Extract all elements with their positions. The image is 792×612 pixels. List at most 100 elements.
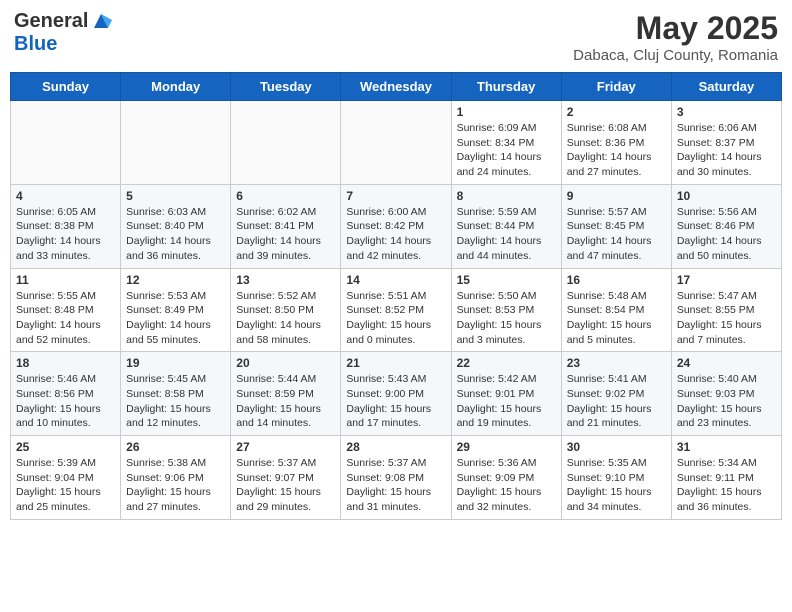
- day-header-saturday: Saturday: [671, 73, 781, 101]
- day-header-wednesday: Wednesday: [341, 73, 451, 101]
- calendar-cell: 18 Sunrise: 5:46 AMSunset: 8:56 PMDayligh…: [11, 352, 121, 436]
- calendar-cell: 16 Sunrise: 5:48 AMSunset: 8:54 PMDayligh…: [561, 268, 671, 352]
- day-header-monday: Monday: [121, 73, 231, 101]
- day-info: Sunrise: 5:44 AMSunset: 8:59 PMDaylight:…: [236, 372, 335, 431]
- day-number: 26: [126, 440, 225, 454]
- day-info: Sunrise: 5:41 AMSunset: 9:02 PMDaylight:…: [567, 372, 666, 431]
- day-number: 13: [236, 273, 335, 287]
- day-info: Sunrise: 6:02 AMSunset: 8:41 PMDaylight:…: [236, 205, 335, 264]
- calendar-cell: 2 Sunrise: 6:08 AMSunset: 8:36 PMDaylight…: [561, 101, 671, 185]
- calendar-cell: 20Sunrise: 5:44 AMSunset: 8:59 PMDayligh…: [231, 352, 341, 436]
- calendar-cell: 1 Sunrise: 6:09 AMSunset: 8:34 PMDaylight…: [451, 101, 561, 185]
- day-info: Sunrise: 6:05 AMSunset: 8:38 PMDaylight:…: [16, 205, 115, 264]
- calendar-cell: [341, 101, 451, 185]
- day-number: 27: [236, 440, 335, 454]
- day-info: Sunrise: 5:50 AMSunset: 8:53 PMDaylight:…: [457, 289, 556, 348]
- day-info: Sunrise: 5:48 AMSunset: 8:54 PMDaylight:…: [567, 289, 666, 348]
- day-info: Sunrise: 6:03 AMSunset: 8:40 PMDaylight:…: [126, 205, 225, 264]
- day-number: 28: [346, 440, 445, 454]
- day-number: 8: [457, 189, 556, 203]
- day-number: 6: [236, 189, 335, 203]
- day-info: Sunrise: 5:39 AMSunset: 9:04 PMDaylight:…: [16, 456, 115, 515]
- day-header-thursday: Thursday: [451, 73, 561, 101]
- day-info: Sunrise: 6:06 AMSunset: 8:37 PMDaylight:…: [677, 121, 776, 180]
- day-number: 22: [457, 356, 556, 370]
- day-info: Sunrise: 5:52 AMSunset: 8:50 PMDaylight:…: [236, 289, 335, 348]
- calendar-cell: 21 Sunrise: 5:43 AMSunset: 9:00 PMDayligh…: [341, 352, 451, 436]
- day-info: Sunrise: 5:47 AMSunset: 8:55 PMDaylight:…: [677, 289, 776, 348]
- day-info: Sunrise: 5:34 AMSunset: 9:11 PMDaylight:…: [677, 456, 776, 515]
- calendar-cell: 13 Sunrise: 5:52 AMSunset: 8:50 PMDayligh…: [231, 268, 341, 352]
- calendar-cell: 29Sunrise: 5:36 AMSunset: 9:09 PMDayligh…: [451, 436, 561, 520]
- day-info: Sunrise: 5:38 AMSunset: 9:06 PMDaylight:…: [126, 456, 225, 515]
- logo-general-text: General: [14, 10, 88, 33]
- calendar-table: SundayMondayTuesdayWednesdayThursdayFrid…: [10, 72, 782, 520]
- day-info: Sunrise: 5:43 AMSunset: 9:00 PMDaylight:…: [346, 372, 445, 431]
- main-title: May 2025: [573, 10, 778, 47]
- calendar-cell: 12 Sunrise: 5:53 AMSunset: 8:49 PMDayligh…: [121, 268, 231, 352]
- day-number: 2: [567, 105, 666, 119]
- calendar-cell: 25 Sunrise: 5:39 AMSunset: 9:04 PMDayligh…: [11, 436, 121, 520]
- day-number: 24: [677, 356, 776, 370]
- day-info: Sunrise: 5:36 AMSunset: 9:09 PMDaylight:…: [457, 456, 556, 515]
- calendar-cell: 11 Sunrise: 5:55 AMSunset: 8:48 PMDayligh…: [11, 268, 121, 352]
- day-number: 10: [677, 189, 776, 203]
- calendar-cell: 5 Sunrise: 6:03 AMSunset: 8:40 PMDaylight…: [121, 184, 231, 268]
- day-number: 7: [346, 189, 445, 203]
- day-number: 12: [126, 273, 225, 287]
- calendar-week-5: 25 Sunrise: 5:39 AMSunset: 9:04 PMDayligh…: [11, 436, 782, 520]
- day-number: 14: [346, 273, 445, 287]
- day-number: 18: [16, 356, 115, 370]
- day-header-friday: Friday: [561, 73, 671, 101]
- day-number: 31: [677, 440, 776, 454]
- calendar-week-2: 4Sunrise: 6:05 AMSunset: 8:38 PMDaylight…: [11, 184, 782, 268]
- day-info: Sunrise: 5:53 AMSunset: 8:49 PMDaylight:…: [126, 289, 225, 348]
- day-info: Sunrise: 5:57 AMSunset: 8:45 PMDaylight:…: [567, 205, 666, 264]
- calendar-cell: 6 Sunrise: 6:02 AMSunset: 8:41 PMDaylight…: [231, 184, 341, 268]
- calendar-cell: 31 Sunrise: 5:34 AMSunset: 9:11 PMDayligh…: [671, 436, 781, 520]
- day-info: Sunrise: 5:46 AMSunset: 8:56 PMDaylight:…: [16, 372, 115, 431]
- day-info: Sunrise: 5:40 AMSunset: 9:03 PMDaylight:…: [677, 372, 776, 431]
- calendar-week-4: 18 Sunrise: 5:46 AMSunset: 8:56 PMDayligh…: [11, 352, 782, 436]
- day-info: Sunrise: 6:09 AMSunset: 8:34 PMDaylight:…: [457, 121, 556, 180]
- calendar-week-1: 1 Sunrise: 6:09 AMSunset: 8:34 PMDaylight…: [11, 101, 782, 185]
- page-header: General Blue May 2025 Dabaca, Cluj Count…: [10, 10, 782, 64]
- day-info: Sunrise: 5:37 AMSunset: 9:07 PMDaylight:…: [236, 456, 335, 515]
- calendar-cell: 26 Sunrise: 5:38 AMSunset: 9:06 PMDayligh…: [121, 436, 231, 520]
- logo-blue-text: Blue: [14, 33, 57, 55]
- day-info: Sunrise: 5:45 AMSunset: 8:58 PMDaylight:…: [126, 372, 225, 431]
- calendar-cell: 30Sunrise: 5:35 AMSunset: 9:10 PMDayligh…: [561, 436, 671, 520]
- day-info: Sunrise: 5:56 AMSunset: 8:46 PMDaylight:…: [677, 205, 776, 264]
- day-number: 5: [126, 189, 225, 203]
- calendar-cell: [121, 101, 231, 185]
- calendar-cell: 27 Sunrise: 5:37 AMSunset: 9:07 PMDayligh…: [231, 436, 341, 520]
- calendar-cell: 19Sunrise: 5:45 AMSunset: 8:58 PMDayligh…: [121, 352, 231, 436]
- day-info: Sunrise: 5:51 AMSunset: 8:52 PMDaylight:…: [346, 289, 445, 348]
- calendar-cell: 3Sunrise: 6:06 AMSunset: 8:37 PMDaylight…: [671, 101, 781, 185]
- day-number: 16: [567, 273, 666, 287]
- day-number: 21: [346, 356, 445, 370]
- day-info: Sunrise: 5:59 AMSunset: 8:44 PMDaylight:…: [457, 205, 556, 264]
- day-number: 1: [457, 105, 556, 119]
- day-header-tuesday: Tuesday: [231, 73, 341, 101]
- calendar-cell: 28Sunrise: 5:37 AMSunset: 9:08 PMDayligh…: [341, 436, 451, 520]
- day-number: 15: [457, 273, 556, 287]
- calendar-cell: 9 Sunrise: 5:57 AMSunset: 8:45 PMDaylight…: [561, 184, 671, 268]
- logo: General Blue: [14, 10, 112, 56]
- calendar-cell: 4Sunrise: 6:05 AMSunset: 8:38 PMDaylight…: [11, 184, 121, 268]
- calendar-cell: 7 Sunrise: 6:00 AMSunset: 8:42 PMDaylight…: [341, 184, 451, 268]
- logo-icon: [90, 10, 112, 32]
- calendar-cell: 24 Sunrise: 5:40 AMSunset: 9:03 PMDayligh…: [671, 352, 781, 436]
- day-number: 11: [16, 273, 115, 287]
- day-number: 9: [567, 189, 666, 203]
- day-info: Sunrise: 6:00 AMSunset: 8:42 PMDaylight:…: [346, 205, 445, 264]
- calendar-cell: 14 Sunrise: 5:51 AMSunset: 8:52 PMDayligh…: [341, 268, 451, 352]
- day-header-sunday: Sunday: [11, 73, 121, 101]
- calendar-cell: 23Sunrise: 5:41 AMSunset: 9:02 PMDayligh…: [561, 352, 671, 436]
- calendar-cell: 22Sunrise: 5:42 AMSunset: 9:01 PMDayligh…: [451, 352, 561, 436]
- day-info: Sunrise: 6:08 AMSunset: 8:36 PMDaylight:…: [567, 121, 666, 180]
- day-number: 25: [16, 440, 115, 454]
- day-info: Sunrise: 5:55 AMSunset: 8:48 PMDaylight:…: [16, 289, 115, 348]
- calendar-cell: 8 Sunrise: 5:59 AMSunset: 8:44 PMDaylight…: [451, 184, 561, 268]
- day-info: Sunrise: 5:35 AMSunset: 9:10 PMDaylight:…: [567, 456, 666, 515]
